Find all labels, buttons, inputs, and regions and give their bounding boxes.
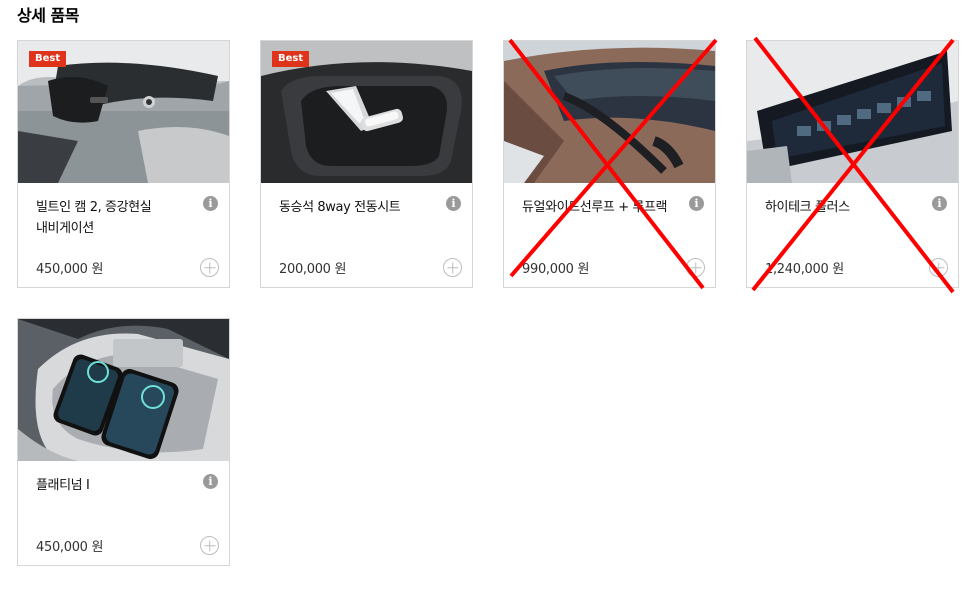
plus-circle-icon[interactable] (686, 258, 705, 277)
option-name: 플래티넘 I (36, 478, 90, 493)
section-title: 상세 품목 (17, 6, 79, 25)
display-panel-photo (747, 41, 958, 183)
best-badge: Best (272, 51, 310, 67)
option-price: 1,240,000 원 (765, 262, 844, 277)
info-icon[interactable]: i (203, 196, 218, 211)
option-price: 450,000 원 (36, 540, 104, 555)
info-icon[interactable]: i (932, 196, 947, 211)
option-name: 듀얼와이드선루프 + 루프랙 (522, 200, 668, 215)
option-card-platinum[interactable]: 플래티넘 I i 450,000 원 (17, 318, 230, 566)
plus-circle-icon[interactable] (200, 536, 219, 555)
option-price: 450,000 원 (36, 262, 104, 277)
sunroof-photo (504, 41, 715, 183)
seat-control-photo: Best (261, 41, 472, 183)
option-card-builtin-cam[interactable]: Best 빌트인 캠 2, 증강현실 내비게이션 i 450,000 원 (17, 40, 230, 288)
option-price: 200,000 원 (279, 262, 347, 277)
plus-circle-icon[interactable] (929, 258, 948, 277)
option-name: 하이테크 플러스 (765, 200, 850, 215)
option-card-sunroof[interactable]: 듀얼와이드선루프 + 루프랙 i 990,000 원 (503, 40, 716, 288)
info-icon[interactable]: i (446, 196, 461, 211)
plus-circle-icon[interactable] (443, 258, 462, 277)
option-name: 동승석 8way 전동시트 (279, 200, 401, 215)
plus-circle-icon[interactable] (200, 258, 219, 277)
best-badge: Best (29, 51, 67, 67)
info-icon[interactable]: i (203, 474, 218, 489)
builtin-cam-photo: Best (18, 41, 229, 183)
option-card-hitech-plus[interactable]: 하이테크 플러스 i 1,240,000 원 (746, 40, 959, 288)
info-icon[interactable]: i (689, 196, 704, 211)
wireless-charger-photo (18, 319, 229, 461)
option-card-power-seat[interactable]: Best 동승석 8way 전동시트 i 200,000 원 (260, 40, 473, 288)
option-price: 990,000 원 (522, 262, 590, 277)
option-name: 빌트인 캠 2, 증강현실 내비게이션 (36, 200, 152, 236)
